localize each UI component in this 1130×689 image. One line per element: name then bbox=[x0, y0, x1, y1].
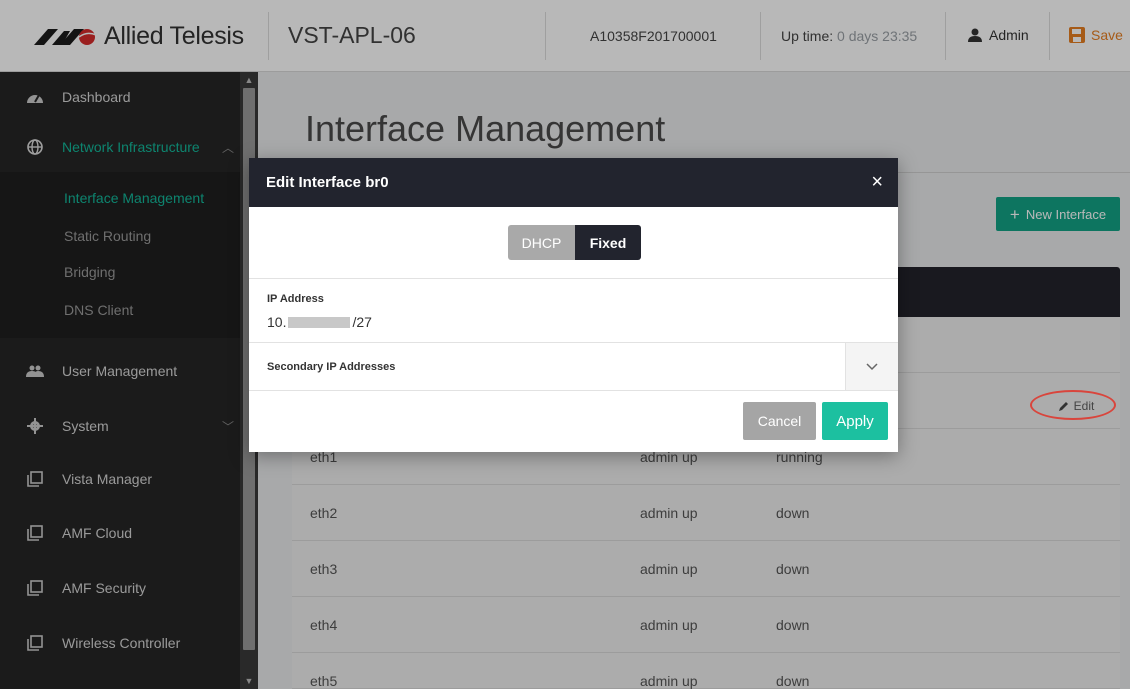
ip-address-suffix: /27 bbox=[352, 314, 372, 330]
secondary-ip-section[interactable]: Secondary IP Addresses bbox=[249, 343, 898, 391]
redacted-ip-segment bbox=[288, 316, 351, 328]
addressing-mode-row: DHCP Fixed bbox=[249, 207, 898, 279]
dialog-title: Edit Interface br0 bbox=[266, 174, 389, 191]
close-icon[interactable]: × bbox=[871, 171, 883, 194]
cancel-button[interactable]: Cancel bbox=[743, 402, 816, 440]
apply-button[interactable]: Apply bbox=[822, 402, 888, 440]
ip-address-field: IP Address 10. /27 bbox=[249, 279, 898, 343]
expand-chevron-down-icon[interactable] bbox=[845, 343, 898, 390]
secondary-ip-label: Secondary IP Addresses bbox=[267, 361, 396, 373]
edit-interface-dialog: Edit Interface br0 × DHCP Fixed IP Addre… bbox=[249, 158, 898, 452]
dialog-footer: Cancel Apply bbox=[249, 391, 898, 451]
ip-address-prefix: 10. bbox=[267, 314, 287, 330]
annotation-circle bbox=[1030, 390, 1116, 420]
dhcp-option[interactable]: DHCP bbox=[508, 225, 575, 260]
dialog-header: Edit Interface br0 × bbox=[249, 158, 898, 207]
addressing-mode-toggle: DHCP Fixed bbox=[508, 225, 641, 260]
fixed-option[interactable]: Fixed bbox=[575, 225, 641, 260]
ip-address-input[interactable]: 10. /27 bbox=[267, 314, 372, 330]
ip-address-label: IP Address bbox=[267, 293, 324, 305]
